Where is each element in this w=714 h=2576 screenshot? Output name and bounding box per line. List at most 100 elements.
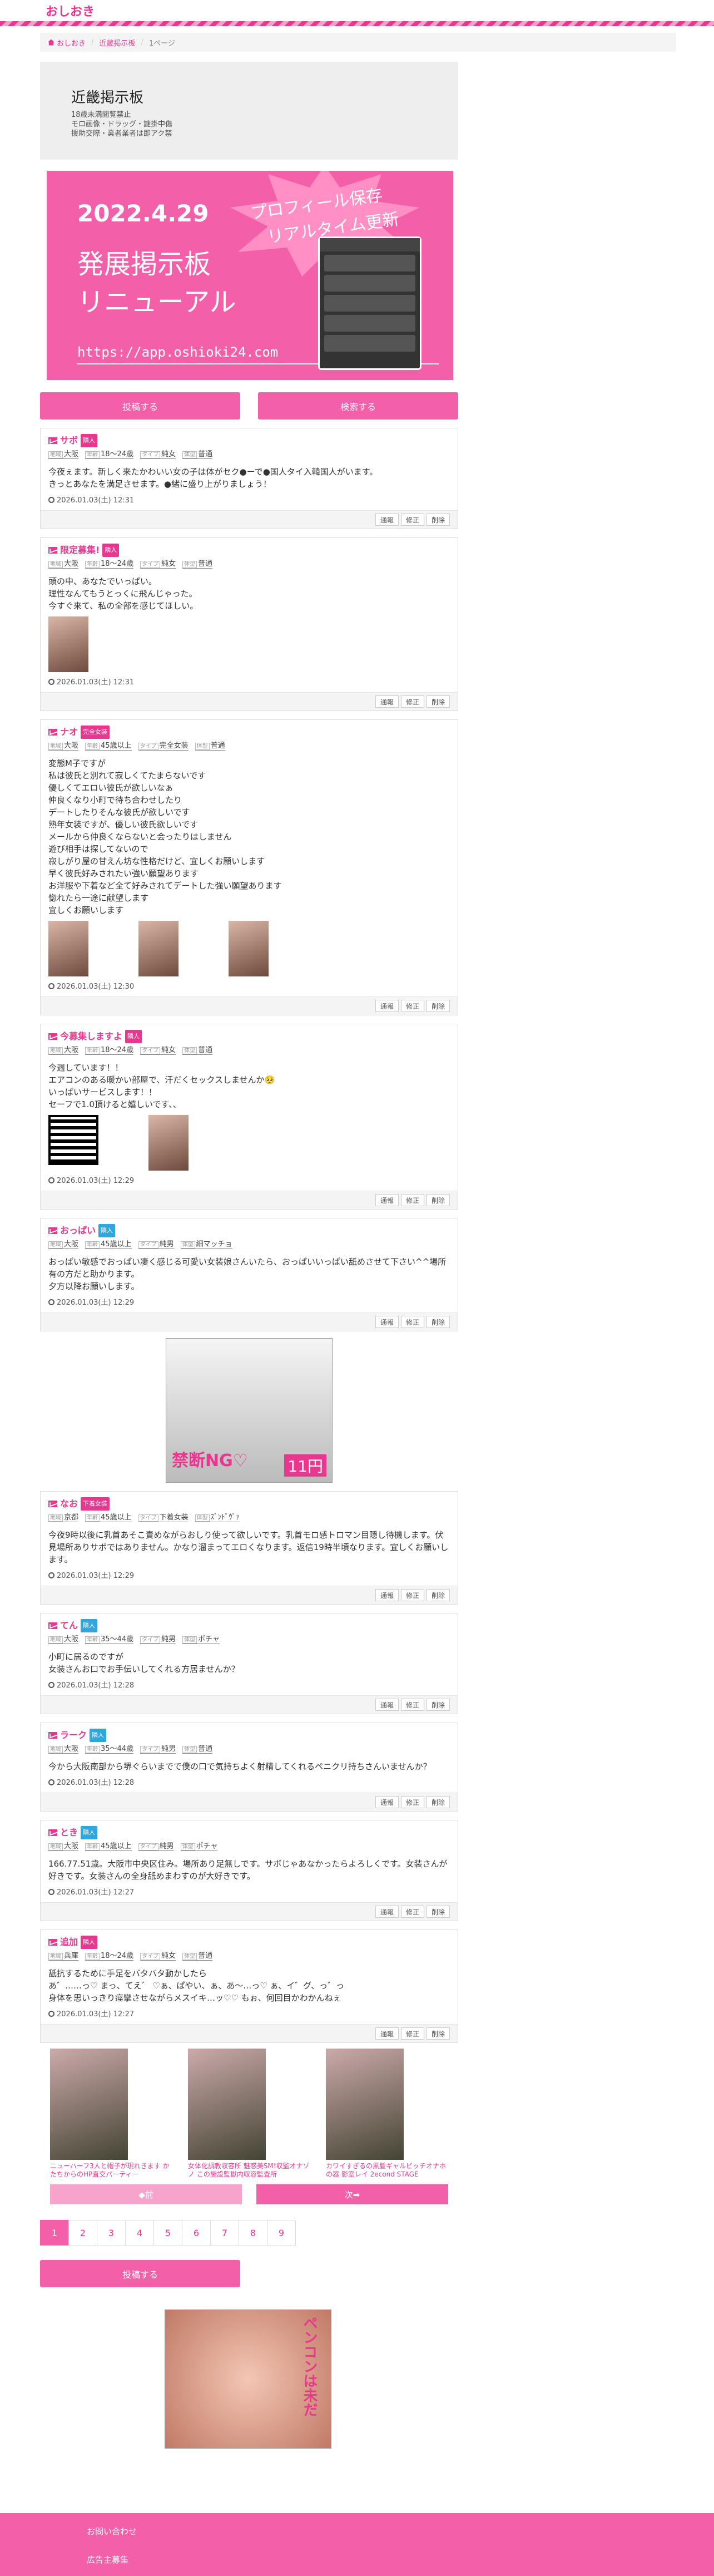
report-button[interactable]: 通報 [375, 1589, 399, 1601]
post-body: 限定募集! 隣人 地域 大阪 年齢 18〜24歳 タイプ 純女 体型 普通 頭の中、あなたでいっぱい… [41, 538, 458, 692]
delete-button[interactable]: 削除 [426, 1000, 450, 1012]
edit-button[interactable]: 修正 [400, 1906, 424, 1918]
page-link-2[interactable]: 2 [68, 2220, 97, 2246]
edit-button[interactable]: 修正 [400, 695, 424, 708]
report-button[interactable]: 通報 [375, 1316, 399, 1328]
ad-banner-1[interactable]: 禁断NG♡ 11円 [166, 1338, 333, 1483]
next-button[interactable]: 次➡ [256, 2184, 448, 2204]
post-meta: 地域 京都 年齢 45歳以上 タイプ 下着女装 体型 ｽﾞﾝﾄﾞｳﾞｧ [48, 1512, 450, 1524]
edit-button[interactable]: 修正 [400, 1699, 424, 1711]
page-link-4[interactable]: 4 [125, 2220, 154, 2246]
page-link-8[interactable]: 8 [239, 2220, 267, 2246]
post-author[interactable]: 追加 [60, 1936, 78, 1948]
recommend-item[interactable]: ニューハーフ3人と帽子が現れきます かたちからのHP直交パーティー [50, 2049, 172, 2179]
report-button[interactable]: 通報 [375, 2027, 399, 2040]
post-author[interactable]: 今募集しますよ [60, 1030, 122, 1043]
post-photo[interactable] [229, 921, 269, 976]
delete-button[interactable]: 削除 [426, 1699, 450, 1711]
prev-button[interactable]: ◆前 [50, 2184, 242, 2204]
recommend-item[interactable]: 女体化調教収容所 魅惑美SM!収監オナゾノ この施設監獄内収容監査所 [188, 2049, 310, 2179]
search-button[interactable]: 検索する [258, 392, 458, 420]
meta-area-value: 大阪 [64, 1635, 79, 1644]
post-text: 舐抗するために手足をバタバタ動かしたら あ゛……っ♡ まっ、てえ゛ ♡ぁ、ぱやい… [48, 1968, 345, 2003]
recommend-image[interactable] [188, 2049, 266, 2160]
post-photo[interactable] [138, 921, 178, 976]
delete-button[interactable]: 削除 [426, 1906, 450, 1918]
recommend-image[interactable] [326, 2049, 404, 2160]
post-author[interactable]: てん [60, 1620, 78, 1632]
report-button[interactable]: 通報 [375, 1000, 399, 1012]
post-author[interactable]: おっぱい [60, 1225, 96, 1237]
edit-button[interactable]: 修正 [400, 1796, 424, 1808]
recommend-item[interactable]: カワイすぎるの黒髪ギャルビッチオナホの器 影室レイ 2econd STAGE [326, 2049, 448, 2179]
page-link-9[interactable]: 9 [267, 2220, 296, 2246]
meta-area-value: 大阪 [64, 1240, 79, 1248]
post-author[interactable]: 限定募集! [60, 544, 100, 556]
page-link-5[interactable]: 5 [153, 2220, 182, 2246]
post-author[interactable]: サボ [60, 435, 78, 447]
post-photo[interactable] [48, 616, 88, 672]
post-tag: 隣人 [98, 1224, 116, 1237]
meta-body-value: ポチャ [196, 1842, 218, 1850]
mail-icon[interactable] [48, 729, 57, 736]
meta-area-value: 京都 [64, 1513, 79, 1522]
report-button[interactable]: 通報 [375, 1699, 399, 1711]
report-button[interactable]: 通報 [375, 514, 399, 526]
delete-button[interactable]: 削除 [426, 1589, 450, 1601]
delete-button[interactable]: 削除 [426, 1316, 450, 1328]
post-photo[interactable] [48, 921, 88, 976]
site-logo[interactable]: おしおき [46, 2, 95, 19]
footer-ads-link[interactable]: 広告主募集 [87, 2554, 714, 2565]
post-button-bottom[interactable]: 投稿する [40, 2260, 240, 2287]
report-button[interactable]: 通報 [375, 1906, 399, 1918]
mail-icon[interactable] [48, 547, 57, 554]
recommend-image[interactable] [50, 2049, 128, 2160]
delete-button[interactable]: 削除 [426, 514, 450, 526]
delete-button[interactable]: 削除 [426, 2027, 450, 2040]
delete-button[interactable]: 削除 [426, 1796, 450, 1808]
meta-age-label: 年齢 [85, 451, 100, 458]
post-photo[interactable] [148, 1115, 189, 1171]
delete-button[interactable]: 削除 [426, 1194, 450, 1206]
mail-icon[interactable] [48, 437, 57, 444]
page-link-1[interactable]: 1 [40, 2220, 69, 2246]
edit-button[interactable]: 修正 [400, 2027, 424, 2040]
mail-icon[interactable] [48, 1227, 57, 1234]
breadcrumb-board[interactable]: 近畿掲示板 [99, 37, 135, 48]
edit-button[interactable]: 修正 [400, 1316, 424, 1328]
qr-code-image[interactable] [48, 1115, 98, 1165]
renewal-banner[interactable]: プロフィール保存 リアルタイム更新 2022.4.29 発展掲示板 リニューアル… [46, 170, 454, 381]
recommend-caption[interactable]: カワイすぎるの黒髪ギャルビッチオナホの器 影室レイ 2econd STAGE [326, 2162, 448, 2179]
page-link-6[interactable]: 6 [182, 2220, 211, 2246]
banner-headline-1: 発展掲示板 [77, 249, 211, 280]
breadcrumb-home[interactable]: おしおき [57, 37, 86, 48]
delete-button[interactable]: 削除 [426, 695, 450, 708]
mail-icon[interactable] [48, 1939, 57, 1946]
page-link-7[interactable]: 7 [210, 2220, 239, 2246]
edit-button[interactable]: 修正 [400, 1589, 424, 1601]
footer-contact-link[interactable]: お問い合わせ [87, 2525, 714, 2537]
post-button[interactable]: 投稿する [40, 392, 240, 420]
ad-banner-2[interactable]: ペンコンは未だ [165, 2309, 331, 2449]
post-author[interactable]: なお [60, 1498, 78, 1510]
post-author[interactable]: ナオ [60, 726, 78, 738]
mail-icon[interactable] [48, 1622, 57, 1629]
recommend-caption[interactable]: 女体化調教収容所 魅惑美SM!収監オナゾノ この施設監獄内収容監査所 [188, 2162, 310, 2179]
clock-icon [48, 1177, 54, 1183]
report-button[interactable]: 通報 [375, 1796, 399, 1808]
report-button[interactable]: 通報 [375, 1194, 399, 1206]
meta-body-value: ｽﾞﾝﾄﾞｳﾞｧ [210, 1513, 240, 1522]
edit-button[interactable]: 修正 [400, 1000, 424, 1012]
edit-button[interactable]: 修正 [400, 514, 424, 526]
report-button[interactable]: 通報 [375, 695, 399, 708]
page-link-3[interactable]: 3 [97, 2220, 126, 2246]
post-author[interactable]: とき [60, 1827, 78, 1839]
mail-icon[interactable] [48, 1501, 57, 1507]
mail-icon[interactable] [48, 1732, 57, 1739]
mail-icon[interactable] [48, 1033, 57, 1040]
mail-icon[interactable] [48, 1829, 57, 1836]
post-author[interactable]: ラーク [60, 1729, 87, 1741]
meta-body-label: 体型 [180, 1241, 195, 1248]
recommend-caption[interactable]: ニューハーフ3人と帽子が現れきます かたちからのHP直交パーティー [50, 2162, 172, 2179]
edit-button[interactable]: 修正 [400, 1194, 424, 1206]
